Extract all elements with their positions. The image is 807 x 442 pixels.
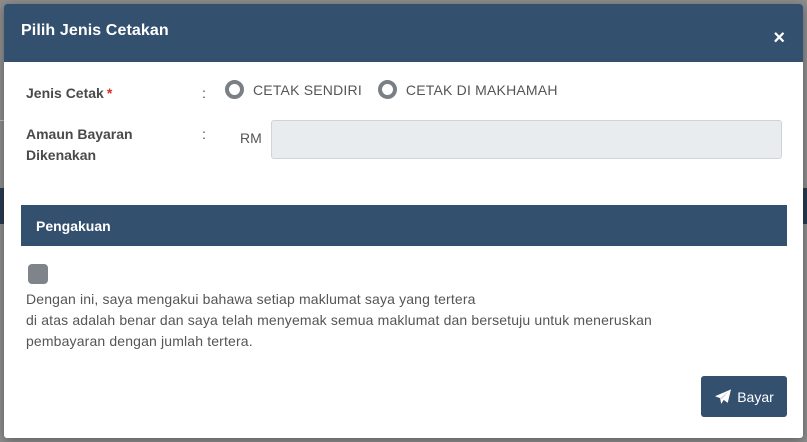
- radio-cetak-di-makhamah[interactable]: CETAK DI MAKHAMAH: [377, 80, 558, 99]
- amount-label-line1: Amaun Bayaran: [26, 126, 133, 142]
- radio-cetak-sendiri[interactable]: CETAK SENDIRI: [225, 80, 362, 99]
- acknowledgement-text: Dengan ini, saya mengakui bahawa setiap …: [26, 289, 786, 352]
- required-marker: *: [106, 85, 113, 101]
- paper-plane-icon: [715, 388, 732, 404]
- modal-header: Pilih Jenis Cetakan ×: [4, 4, 803, 62]
- close-icon[interactable]: ×: [773, 28, 785, 48]
- print-type-label: Jenis Cetak *: [26, 83, 112, 104]
- amount-label: Amaun Bayaran Dikenakan: [26, 124, 133, 166]
- ack-line-3: pembayaran dengan jumlah tertera.: [26, 333, 253, 349]
- modal-title: Pilih Jenis Cetakan: [21, 22, 169, 39]
- acknowledgement-checkbox[interactable]: [28, 264, 48, 284]
- pay-button-label: Bayar: [737, 388, 774, 405]
- radio-cetak-sendiri-label: CETAK SENDIRI: [253, 81, 362, 98]
- radio-circle-icon: [377, 80, 397, 99]
- amount-input[interactable]: [271, 120, 782, 159]
- radio-circle-icon: [225, 80, 244, 99]
- acknowledgement-section-header: Pengakuan: [21, 205, 787, 246]
- ack-line-2: di atas adalah benar dan saya telah meny…: [26, 312, 652, 328]
- amount-colon: :: [202, 126, 206, 142]
- print-type-radio-group: CETAK SENDIRI CETAK DI MAKHAMAH: [225, 80, 574, 99]
- ack-line-1: Dengan ini, saya mengakui bahawa setiap …: [26, 291, 476, 307]
- pay-button[interactable]: Bayar: [701, 376, 787, 417]
- print-type-modal: Pilih Jenis Cetakan × Jenis Cetak * : CET…: [4, 4, 803, 438]
- amount-label-line2: Dikenakan: [26, 147, 97, 163]
- modal-body: Jenis Cetak * : CETAK SENDIRI CETAK DI MA…: [4, 62, 803, 438]
- radio-cetak-di-makhamah-label: CETAK DI MAKHAMAH: [405, 81, 558, 98]
- print-type-colon: :: [202, 85, 206, 101]
- print-type-label-text: Jenis Cetak: [26, 85, 104, 101]
- currency-label: RM: [240, 130, 262, 146]
